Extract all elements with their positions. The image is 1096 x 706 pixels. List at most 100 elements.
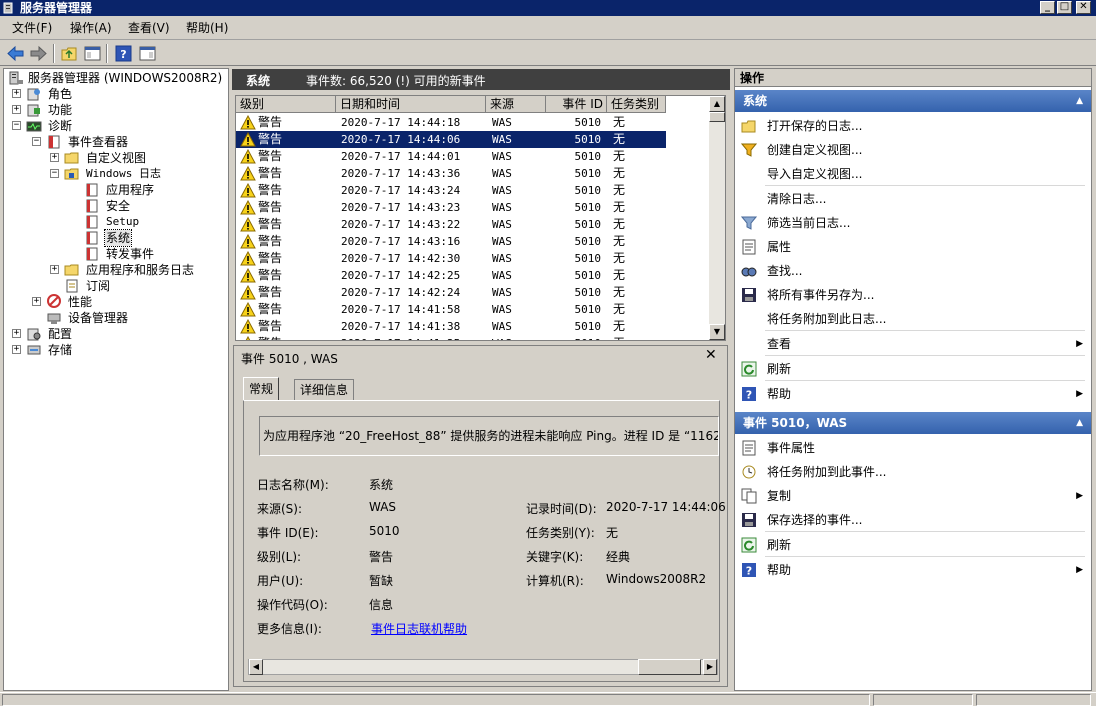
column-header-source[interactable]: 来源 bbox=[486, 96, 546, 113]
action-import-custom-view[interactable]: 导入自定义视图... bbox=[735, 162, 1091, 186]
menu-action[interactable]: 操作(A) bbox=[70, 20, 112, 37]
tree-item-security[interactable]: 安全 bbox=[8, 198, 218, 214]
table-row[interactable]: 警告 2020-7-17 14:43:23 WAS 5010 无 bbox=[236, 199, 666, 216]
cell-date: 2020-7-17 14:42:24 bbox=[341, 286, 461, 299]
action-copy[interactable]: 复制 ▶ bbox=[735, 484, 1091, 508]
tree-item-system[interactable]: 系统 bbox=[8, 229, 218, 247]
action-label: 导入自定义视图... bbox=[767, 167, 863, 181]
expand-icon[interactable]: + bbox=[12, 105, 21, 114]
vertical-scrollbar[interactable]: ▲ ▼ bbox=[709, 96, 725, 340]
close-button[interactable]: ✕ bbox=[1076, 1, 1091, 14]
table-row[interactable]: 警告 2020-7-17 14:41:38 WAS 5010 无 bbox=[236, 318, 666, 335]
table-row[interactable]: 警告 2020-7-17 14:43:16 WAS 5010 无 bbox=[236, 233, 666, 250]
table-row[interactable]: 警告 2020-7-17 14:43:24 WAS 5010 无 bbox=[236, 182, 666, 199]
show-hide-tree-icon[interactable] bbox=[83, 44, 102, 63]
collapse-icon[interactable]: − bbox=[12, 121, 21, 130]
horizontal-scroll-thumb[interactable] bbox=[638, 659, 701, 675]
column-header-task-category[interactable]: 任务类别 bbox=[607, 96, 666, 113]
tree-item-windows-logs[interactable]: − Windows 日志 bbox=[8, 166, 218, 182]
menu-help[interactable]: 帮助(H) bbox=[186, 20, 228, 37]
menu-view[interactable]: 查看(V) bbox=[128, 20, 170, 37]
action-help-event[interactable]: ? 帮助 ▶ bbox=[735, 558, 1091, 582]
action-refresh[interactable]: 刷新 bbox=[735, 357, 1091, 381]
table-row[interactable]: 警告 2020-7-17 14:43:36 WAS 5010 无 bbox=[236, 165, 666, 182]
action-open-saved-log[interactable]: 打开保存的日志... bbox=[735, 114, 1091, 138]
scroll-down-button[interactable]: ▼ bbox=[709, 324, 725, 340]
show-hide-action-pane-icon[interactable] bbox=[138, 44, 157, 63]
table-row[interactable]: 警告 2020-7-17 14:44:06 WAS 5010 无 bbox=[236, 130, 667, 149]
table-row[interactable]: 警告 2020-7-17 14:41:58 WAS 5010 无 bbox=[236, 301, 666, 318]
tree-item-custom-views[interactable]: + 自定义视图 bbox=[8, 150, 218, 166]
table-row[interactable]: 警告 2020-7-17 14:43:22 WAS 5010 无 bbox=[236, 216, 666, 233]
action-event-properties[interactable]: 事件属性 bbox=[735, 436, 1091, 460]
table-row[interactable]: 警告 2020-7-17 14:44:01 WAS 5010 无 bbox=[236, 148, 666, 165]
collapse-icon[interactable]: − bbox=[50, 169, 59, 178]
tree-item-performance[interactable]: + 性能 bbox=[8, 294, 218, 310]
action-help[interactable]: ? 帮助 ▶ bbox=[735, 382, 1091, 406]
action-properties[interactable]: 属性 bbox=[735, 235, 1091, 259]
table-row[interactable]: 警告 2020-7-17 14:42:30 WAS 5010 无 bbox=[236, 250, 666, 267]
section-header-event[interactable]: 事件 5010，WAS ▲ bbox=[735, 412, 1091, 434]
collapse-caret-icon[interactable]: ▲ bbox=[1076, 90, 1083, 112]
action-create-custom-view[interactable]: 创建自定义视图... bbox=[735, 138, 1091, 162]
online-help-link[interactable]: 事件日志联机帮助 bbox=[371, 620, 467, 637]
event-message-box[interactable]: 为应用程序池 “20_FreeHost_88” 提供服务的进程未能响应 Ping… bbox=[259, 416, 719, 456]
tree-item-setup[interactable]: Setup bbox=[8, 214, 218, 230]
source-value: WAS bbox=[369, 500, 397, 514]
action-save-all-events[interactable]: 将所有事件另存为... bbox=[735, 283, 1091, 307]
action-attach-task-to-event[interactable]: 将任务附加到此事件... bbox=[735, 460, 1091, 484]
forward-arrow-icon[interactable] bbox=[29, 44, 48, 63]
tree-item-event-viewer[interactable]: − 事件查看器 bbox=[8, 134, 218, 150]
scroll-up-button[interactable]: ▲ bbox=[709, 96, 725, 112]
tab-general[interactable]: 常规 bbox=[243, 377, 280, 401]
table-row[interactable]: 警告 2020-7-17 14:42:24 WAS 5010 无 bbox=[236, 284, 666, 301]
collapse-caret-icon[interactable]: ▲ bbox=[1076, 412, 1083, 434]
log-icon bbox=[86, 199, 98, 213]
tree-item-device-manager[interactable]: 设备管理器 bbox=[8, 310, 218, 326]
action-filter-current-log[interactable]: 筛选当前日志... bbox=[735, 211, 1091, 235]
action-view[interactable]: 查看 ▶ bbox=[735, 332, 1091, 356]
tree-item-subscriptions[interactable]: 订阅 bbox=[8, 278, 218, 294]
maximize-button[interactable]: □ bbox=[1057, 1, 1072, 14]
tree-item-features[interactable]: + 功能 bbox=[8, 102, 208, 118]
action-save-selected-events[interactable]: 保存选择的事件... bbox=[735, 508, 1091, 532]
scroll-left-button[interactable]: ◀ bbox=[249, 659, 263, 675]
tab-details[interactable]: 详细信息 bbox=[294, 379, 355, 400]
tree-item-configuration[interactable]: + 配置 bbox=[8, 326, 208, 342]
column-header-date[interactable]: 日期和时间 bbox=[336, 96, 486, 113]
tree-item-storage[interactable]: + 存储 bbox=[8, 342, 208, 358]
table-row[interactable]: 警告 2020-7-17 14:42:25 WAS 5010 无 bbox=[236, 267, 666, 284]
close-detail-icon[interactable]: ✕ bbox=[705, 347, 717, 363]
help-icon[interactable]: ? bbox=[114, 44, 133, 63]
tree-item-app-service-logs[interactable]: + 应用程序和服务日志 bbox=[8, 262, 228, 278]
scroll-right-button[interactable]: ▶ bbox=[703, 659, 717, 675]
action-find[interactable]: 查找... bbox=[735, 259, 1091, 283]
action-clear-log[interactable]: 清除日志... bbox=[735, 187, 1091, 211]
event-count: 事件数: 66,520 (!) 可用的新事件 bbox=[306, 74, 486, 88]
column-header-event-id[interactable]: 事件 ID bbox=[546, 96, 607, 113]
expand-icon[interactable]: + bbox=[12, 345, 21, 354]
expand-icon[interactable]: + bbox=[50, 265, 59, 274]
expand-icon[interactable]: + bbox=[32, 297, 41, 306]
minimize-button[interactable]: _ bbox=[1040, 1, 1055, 14]
column-header-level[interactable]: 级别 bbox=[236, 96, 336, 113]
scroll-thumb[interactable] bbox=[709, 112, 725, 122]
tree-item-diagnostics[interactable]: − 诊断 bbox=[8, 118, 208, 134]
table-row[interactable]: 警告 2020-7-17 14:41:25 WAS 5010 无 bbox=[236, 335, 666, 340]
back-arrow-icon[interactable] bbox=[6, 44, 25, 63]
tree-item-application[interactable]: 应用程序 bbox=[8, 182, 218, 198]
cell-event-id: 5010 bbox=[574, 201, 602, 214]
expand-icon[interactable]: + bbox=[12, 89, 21, 98]
section-header-system[interactable]: 系统 ▲ bbox=[735, 90, 1091, 112]
collapse-icon[interactable]: − bbox=[32, 137, 41, 146]
action-refresh-event[interactable]: 刷新 bbox=[735, 533, 1091, 557]
menu-file[interactable]: 文件(F) bbox=[12, 20, 52, 37]
action-attach-task-to-log[interactable]: 将任务附加到此日志... bbox=[735, 307, 1091, 331]
horizontal-scrollbar[interactable]: ◀ ▶ bbox=[248, 659, 718, 675]
up-folder-icon[interactable] bbox=[60, 44, 79, 63]
expand-icon[interactable]: + bbox=[50, 153, 59, 162]
expand-icon[interactable]: + bbox=[12, 329, 21, 338]
table-row[interactable]: 警告 2020-7-17 14:44:18 WAS 5010 无 bbox=[236, 114, 666, 131]
tree-item-forwarded-events[interactable]: 转发事件 bbox=[8, 246, 218, 262]
tree-item-roles[interactable]: + 角色 bbox=[8, 86, 208, 102]
